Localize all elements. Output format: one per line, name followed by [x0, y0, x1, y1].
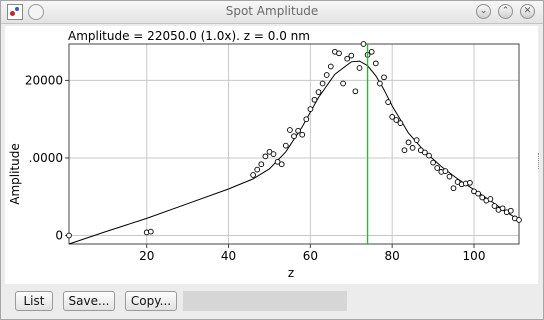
data-point: [368, 48, 375, 55]
spot-amplitude-window: Spot Amplitude ⌄ ⌃ ✕ Amplitude = 22050.0…: [0, 0, 544, 320]
y-axis-label: Amplitude: [8, 143, 22, 205]
data-point: [340, 80, 346, 87]
data-point: [426, 152, 432, 159]
data-point: [262, 153, 269, 160]
data-point: [315, 89, 322, 95]
data-point: [401, 147, 408, 154]
data-point: [327, 63, 334, 70]
y-tick-label: 0: [55, 228, 63, 242]
data-point: [430, 159, 436, 166]
data-point: [147, 228, 154, 235]
data-point: [405, 139, 412, 146]
y-tick-label: .0000: [29, 151, 63, 165]
x-axis-label: z: [288, 266, 294, 280]
data-point: [487, 196, 494, 202]
plot-header: Amplitude = 22050.0 (1.0x). z = 0.0 nm: [68, 29, 310, 43]
status-field: [183, 291, 347, 311]
close-button[interactable]: ✕: [520, 4, 535, 19]
data-point: [434, 165, 441, 171]
data-point: [278, 161, 285, 168]
data-point: [299, 131, 306, 138]
data-point: [66, 232, 72, 239]
fit-curve: [68, 60, 520, 245]
title-bar[interactable]: Spot Amplitude ⌄ ⌃ ✕: [1, 1, 543, 24]
data-point: [516, 217, 522, 223]
data-point: [282, 142, 289, 149]
data-point: [409, 145, 416, 151]
data-point: [360, 41, 367, 47]
data-point: [475, 190, 481, 197]
list-button[interactable]: List: [15, 291, 53, 311]
data-point: [413, 137, 420, 143]
data-point: [397, 120, 404, 126]
amplitude-plot[interactable]: Amplitude = 22050.0 (1.0x). z = 0.0 nm 2…: [5, 26, 538, 284]
x-tick-label: 20: [139, 249, 154, 263]
x-tick-label: 100: [463, 249, 486, 263]
data-point: [323, 72, 330, 78]
data-point: [352, 88, 359, 95]
fit-curve-group: [68, 60, 520, 245]
x-tick-label: 40: [221, 249, 236, 263]
copy-button[interactable]: Copy...: [125, 291, 177, 311]
data-point: [442, 168, 449, 174]
data-point: [372, 60, 379, 67]
resize-grip[interactable]: [538, 153, 542, 169]
save-button[interactable]: Save...: [63, 291, 115, 311]
x-tick-label: 80: [385, 249, 400, 263]
data-point: [336, 50, 342, 57]
data-point: [307, 106, 314, 112]
data-point: [287, 127, 293, 133]
x-tick-label: 60: [303, 249, 318, 263]
data-point: [311, 96, 318, 103]
maximize-button[interactable]: ⌃: [498, 4, 513, 19]
data-point: [385, 99, 391, 105]
data-point: [254, 166, 261, 173]
data-point: [295, 127, 301, 134]
data-point: [348, 52, 355, 59]
data-point: [450, 185, 457, 192]
data-point: [356, 65, 363, 71]
plot-frame: [68, 43, 520, 245]
data-point: [377, 80, 383, 87]
data-point: [250, 172, 256, 178]
footer-bar: List Save... Copy...: [1, 285, 543, 319]
data-point: [467, 179, 473, 186]
plot-canvas[interactable]: Amplitude = 22050.0 (1.0x). z = 0.0 nm 2…: [5, 26, 538, 284]
minimize-button[interactable]: ⌄: [476, 4, 491, 19]
data-point: [381, 74, 387, 81]
data-point: [270, 151, 277, 157]
plot-grid: [69, 44, 519, 244]
data-point: [303, 116, 310, 123]
data-point: [491, 203, 498, 209]
data-point: [291, 133, 297, 140]
y-tick-label: 20000: [25, 73, 63, 87]
data-point: [258, 161, 265, 168]
data-point: [499, 205, 506, 212]
data-point: [507, 207, 514, 214]
data-point: [319, 80, 326, 87]
window-title: Spot Amplitude: [225, 4, 319, 18]
data-point: [446, 173, 453, 180]
